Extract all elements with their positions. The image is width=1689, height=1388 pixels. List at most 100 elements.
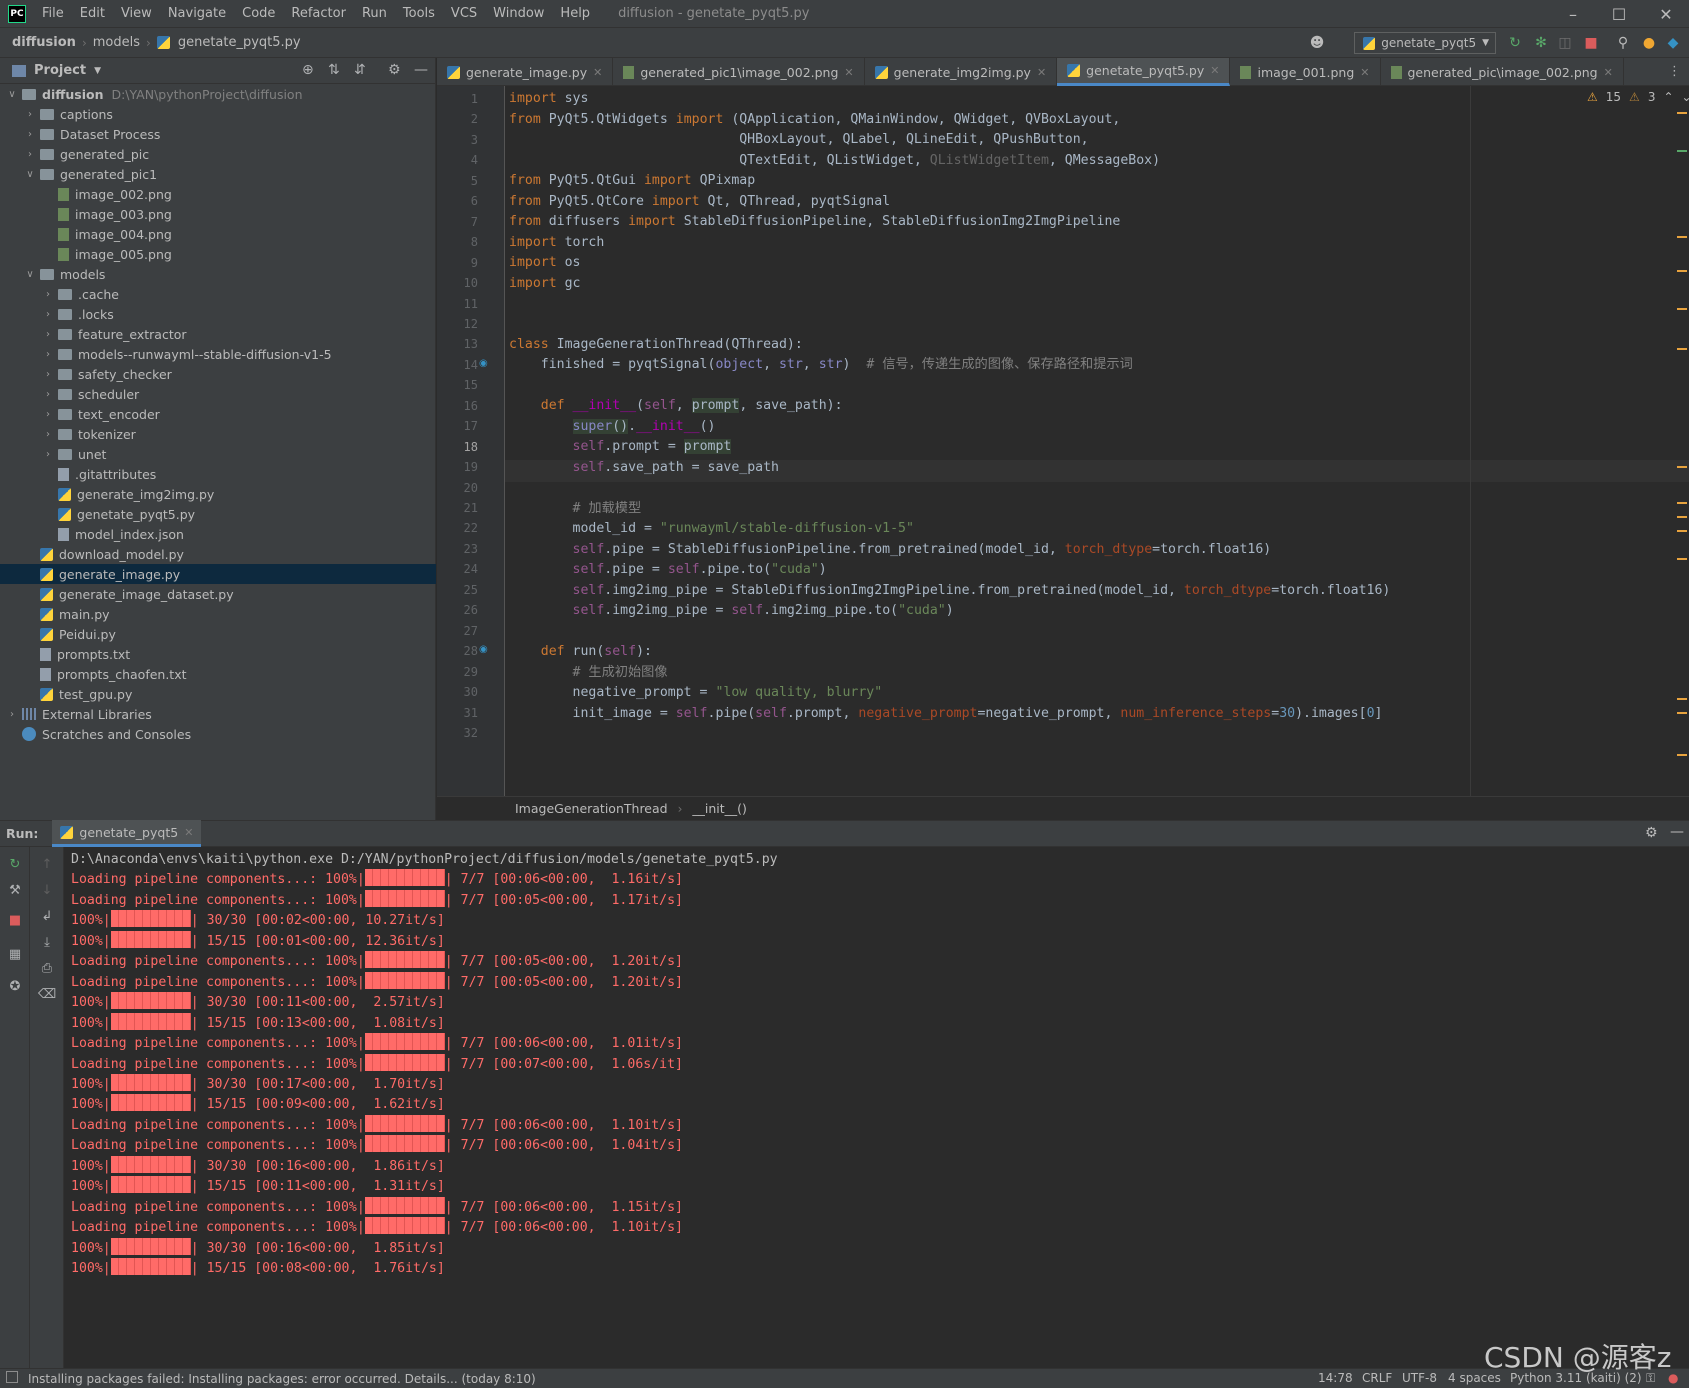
rerun-icon[interactable]: ↻ — [1506, 34, 1524, 52]
chevron-down-icon[interactable]: ⌄ — [1682, 90, 1689, 104]
chevron-right-icon[interactable]: › — [42, 289, 54, 300]
tree-item[interactable]: image_004.png — [0, 224, 436, 244]
tree-item[interactable]: › generated_pic — [0, 144, 436, 164]
breadcrumb-file[interactable]: genetate_pyqt5.py — [172, 35, 307, 50]
wrench-icon[interactable]: ⚒ — [6, 881, 24, 899]
menu-view[interactable]: View — [113, 0, 160, 28]
status-message[interactable]: Installing packages failed: Installing p… — [28, 1372, 536, 1386]
tree-item[interactable]: › captions — [0, 104, 436, 124]
error-stripe-marker[interactable] — [1677, 348, 1687, 350]
tree-item[interactable]: › tokenizer — [0, 424, 436, 444]
run-tab[interactable]: genetate_pyqt5 ✕ — [52, 820, 202, 847]
tree-item[interactable]: model_index.json — [0, 524, 436, 544]
tree-item[interactable]: generate_image_dataset.py — [0, 584, 436, 604]
error-stripe-marker[interactable] — [1677, 558, 1687, 560]
soft-wrap-icon[interactable]: ↲ — [38, 907, 56, 925]
chevron-right-icon[interactable]: › — [24, 149, 36, 160]
minimize-icon[interactable]: – — [1550, 0, 1596, 28]
error-stripe-marker[interactable] — [1677, 712, 1687, 714]
tree-item[interactable]: › .cache — [0, 284, 436, 304]
error-stripe-marker[interactable] — [1677, 516, 1687, 518]
gear-icon[interactable]: ⚙ — [388, 62, 401, 78]
close-icon[interactable]: ✕ — [593, 66, 602, 79]
caret-position[interactable]: 14:78 — [1318, 1371, 1353, 1385]
tree-item[interactable]: download_model.py — [0, 544, 436, 564]
override-marker-icon[interactable]: ◉ — [479, 644, 488, 655]
close-icon[interactable]: ✕ — [1210, 64, 1219, 77]
menu-window[interactable]: Window — [485, 0, 552, 28]
hide-panel-icon[interactable]: — — [414, 62, 428, 78]
chevron-right-icon[interactable]: › — [42, 409, 54, 420]
menu-edit[interactable]: Edit — [72, 0, 113, 28]
tree-item[interactable]: › text_encoder — [0, 404, 436, 424]
tree-item[interactable]: prompts.txt — [0, 644, 436, 664]
chevron-right-icon[interactable]: › — [42, 429, 54, 440]
breadcrumb-class[interactable]: ImageGenerationThread — [515, 801, 668, 816]
tree-item[interactable]: › External Libraries — [0, 704, 436, 724]
print-icon[interactable]: ⎙ — [38, 959, 56, 977]
run-configuration-select[interactable]: genetate_pyqt5 ▼ — [1354, 32, 1496, 54]
pin-icon[interactable]: ✪ — [6, 977, 24, 995]
tree-item[interactable]: › models--runwayml--stable-diffusion-v1-5 — [0, 344, 436, 364]
tree-root[interactable]: ∨ diffusion D:\YAN\pythonProject\diffusi… — [0, 84, 436, 104]
tool-window-toggle-icon[interactable] — [6, 1371, 18, 1383]
tree-item[interactable]: › feature_extractor — [0, 324, 436, 344]
chevron-right-icon[interactable]: › — [24, 129, 36, 140]
collapse-all-icon[interactable]: ⇵ — [354, 62, 366, 78]
menu-code[interactable]: Code — [234, 0, 283, 28]
error-stripe-marker[interactable] — [1677, 466, 1687, 468]
breadcrumb-models[interactable]: models — [87, 35, 146, 50]
trash-icon[interactable]: ⌫ — [38, 985, 56, 1003]
stop-icon[interactable]: ■ — [6, 911, 24, 929]
tree-item[interactable]: image_002.png — [0, 184, 436, 204]
close-icon[interactable]: ✕ — [1643, 0, 1689, 28]
chevron-right-icon[interactable]: › — [42, 389, 54, 400]
menu-run[interactable]: Run — [354, 0, 395, 28]
chevron-up-icon[interactable]: ⌃ — [1663, 90, 1673, 104]
menu-tools[interactable]: Tools — [395, 0, 443, 28]
chevron-right-icon[interactable]: › — [42, 369, 54, 380]
error-stripe-marker[interactable] — [1677, 150, 1687, 152]
error-stripe-marker[interactable] — [1677, 270, 1687, 272]
editor-tab[interactable]: image_001.png ✕ — [1230, 58, 1381, 86]
override-marker-icon[interactable]: ◉ — [479, 358, 488, 369]
tree-item[interactable]: › unet — [0, 444, 436, 464]
chevron-down-icon[interactable]: ∨ — [24, 169, 36, 180]
tree-item[interactable]: test_gpu.py — [0, 684, 436, 704]
error-stripe-marker[interactable] — [1677, 530, 1687, 532]
maximize-icon[interactable]: ☐ — [1596, 0, 1642, 28]
tree-item[interactable]: › scheduler — [0, 384, 436, 404]
gear-icon[interactable]: ⚙ — [1645, 825, 1658, 841]
tree-item[interactable]: main.py — [0, 604, 436, 624]
tree-item[interactable]: ∨ models — [0, 264, 436, 284]
search-icon[interactable]: ⚲ — [1614, 34, 1632, 52]
chevron-down-icon[interactable]: ∨ — [24, 269, 36, 280]
line-separator[interactable]: CRLF — [1362, 1371, 1392, 1385]
debug-icon[interactable]: ✻ — [1532, 34, 1550, 52]
run-console[interactable]: D:\Anaconda\envs\kaiti\python.exe D:/YAN… — [64, 847, 1689, 1368]
error-stripe-marker[interactable] — [1677, 308, 1687, 310]
tree-item[interactable]: Peidui.py — [0, 624, 436, 644]
rerun-icon[interactable]: ↻ — [6, 855, 24, 873]
editor-tab[interactable]: generated_pic1\image_002.png ✕ — [613, 58, 865, 86]
inspection-widget[interactable]: ⚠ 15 ⚠ 3 ⌃ ⌄ — [1587, 90, 1689, 104]
menu-refactor[interactable]: Refactor — [283, 0, 354, 28]
user-icon[interactable]: ☻ — [1308, 34, 1326, 52]
stop-icon[interactable]: ■ — [1582, 34, 1600, 52]
error-stripe-marker[interactable] — [1677, 112, 1687, 114]
tree-item[interactable]: image_003.png — [0, 204, 436, 224]
menu-help[interactable]: Help — [552, 0, 598, 28]
close-icon[interactable]: ✕ — [844, 66, 853, 79]
code-editor[interactable]: 1 2 3 4 5 6 7 8 9 10 11 12 13 14 15 16 17 18 19 20 21 22 23 24 2… — [437, 86, 1689, 796]
error-stripe-marker[interactable] — [1677, 754, 1687, 756]
chevron-down-icon[interactable]: ∨ — [6, 89, 18, 100]
editor-tab[interactable]: generate_image.py ✕ — [437, 58, 614, 86]
tree-item[interactable]: › safety_checker — [0, 364, 436, 384]
editor-tab[interactable]: generated_pic\image_002.png ✕ — [1381, 58, 1624, 86]
tree-item[interactable]: image_005.png — [0, 244, 436, 264]
expand-all-icon[interactable]: ⇅ — [328, 62, 340, 78]
tree-item[interactable]: genetate_pyqt5.py — [0, 504, 436, 524]
tree-item[interactable]: › .locks — [0, 304, 436, 324]
editor-tab[interactable]: genetate_pyqt5.py ✕ — [1057, 58, 1231, 86]
error-stripe-marker[interactable] — [1677, 502, 1687, 504]
